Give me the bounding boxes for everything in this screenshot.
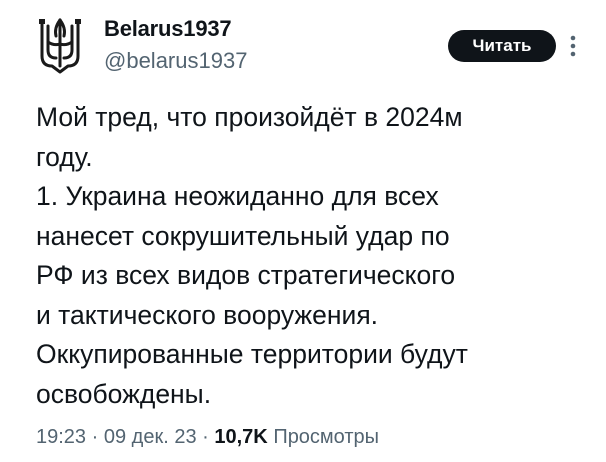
views-count: 10,7K [214,426,268,448]
meta-separator: · [202,426,209,448]
avatar[interactable] [36,16,84,76]
tweet-date[interactable]: 09 дек. 23 [104,426,197,448]
user-handle[interactable]: @belarus1937 [104,48,247,74]
more-button[interactable] [566,34,580,58]
follow-button[interactable]: Читать [448,30,556,62]
tweet-text: Мой тред, что произойдёт в 2024м году. 1… [36,102,468,409]
more-vertical-icon [570,35,576,57]
user-display-name[interactable]: Belarus1937 [104,16,232,42]
tweet-meta: 19:23 · 09 дек. 23 · 10,7K Просмотры [36,426,379,449]
views-label: Просмотры [273,426,380,448]
tweet-time[interactable]: 19:23 [36,426,86,448]
tweet-card: Belarus1937 @belarus1937 Читать Мой тред… [0,0,606,462]
meta-separator: · [91,426,99,448]
trident-icon [39,18,81,74]
